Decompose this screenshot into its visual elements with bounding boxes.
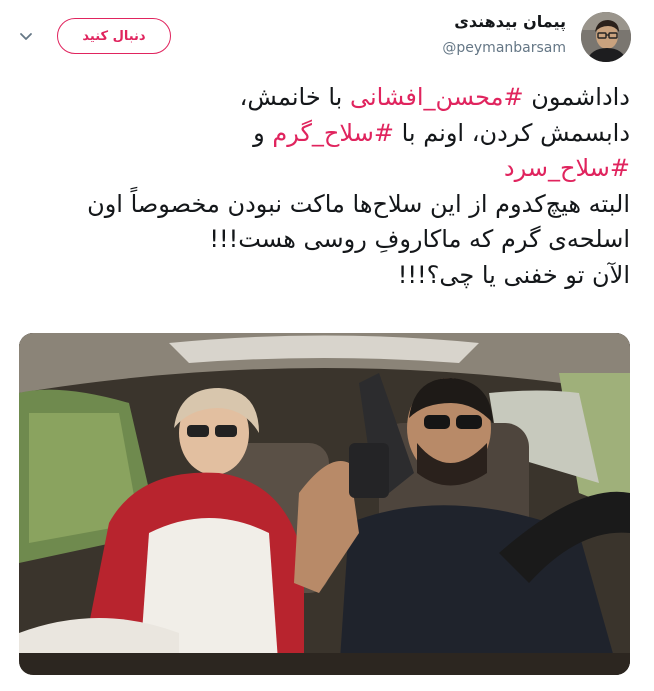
- text-segment: داداشمون: [523, 83, 630, 111]
- avatar[interactable]: [581, 12, 631, 62]
- tweet-paragraph-3: الآن تو خفنی یا چی؟!!!: [397, 260, 630, 289]
- hashtag-link[interactable]: #محسن_افشانی: [350, 83, 524, 111]
- media-image[interactable]: [19, 333, 630, 675]
- text-segment: و: [253, 118, 273, 147]
- display-name[interactable]: پیمان بیدهندی: [454, 12, 566, 31]
- car-video-thumbnail: [19, 333, 630, 675]
- tweet-paragraph-1: داداشمون #محسن_افشانی با خانمش، دابسمش ک…: [18, 80, 630, 187]
- text-segment: دابسمش کردن، اونم با: [393, 118, 630, 147]
- chevron-down-icon[interactable]: [18, 28, 34, 44]
- text-segment: با خانمش،: [239, 83, 350, 111]
- follow-button[interactable]: دنبال کنید: [57, 18, 171, 54]
- tweet-paragraph-2: البته هیچ‌کدوم از این سلاح‌ها ماکت نبودن…: [87, 189, 630, 254]
- tweet-card: پیمان بیدهندی @peymanbarsam دنبال کنید د…: [0, 0, 654, 691]
- user-handle[interactable]: @peymanbarsam: [442, 40, 566, 56]
- hashtag-link[interactable]: #سلاح_سرد: [504, 154, 630, 182]
- tweet-text: داداشمون #محسن_افشانی با خانمش، دابسمش ک…: [18, 80, 630, 293]
- avatar-image: [581, 12, 631, 62]
- hashtag-link[interactable]: #سلاح_گرم: [272, 119, 394, 147]
